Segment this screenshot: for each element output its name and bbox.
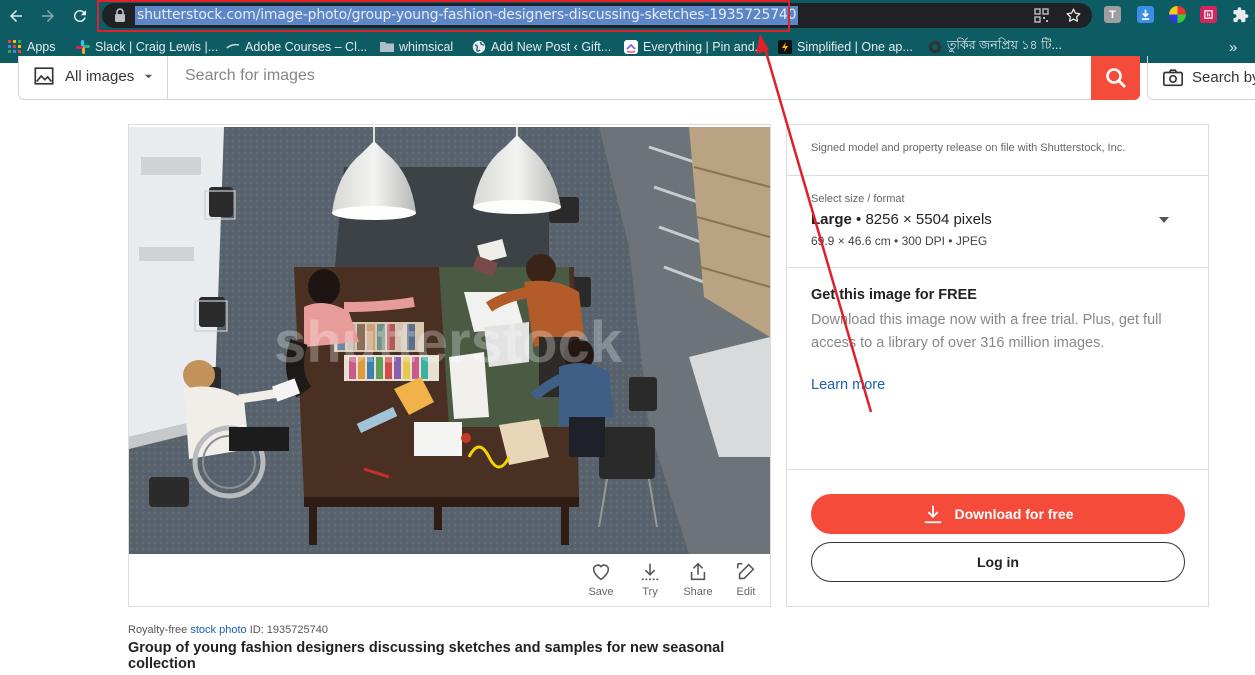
- panel-divider: [787, 267, 1208, 268]
- bookmark-star-icon[interactable]: [1065, 7, 1082, 24]
- log-in-label: Log in: [977, 554, 1019, 570]
- bookmark-adobe-courses[interactable]: Adobe Courses – Cl...: [226, 38, 367, 56]
- heart-icon: [592, 564, 610, 581]
- release-note: Signed model and property release on fil…: [811, 142, 1126, 154]
- size-name: Large: [811, 211, 852, 228]
- bookmark-bengali-site[interactable]: তুর্কির জনপ্রিয় ১৪ টি...: [928, 38, 1062, 56]
- arrow-down-icon: [1141, 9, 1150, 20]
- download-button-label: Download for free: [954, 506, 1074, 522]
- free-offer-text: Download this image now with a free tria…: [811, 312, 1162, 351]
- extension-label: T: [1109, 8, 1116, 21]
- bookmark-label: Simplified | One ap...: [797, 40, 913, 54]
- forward-button[interactable]: [36, 4, 60, 28]
- image-title: Group of young fashion designers discuss…: [128, 640, 725, 672]
- search-bar: All images: [18, 56, 1140, 100]
- log-in-button[interactable]: Log in: [811, 542, 1185, 582]
- bookmark-simplified[interactable]: Simplified | One ap...: [778, 38, 913, 56]
- stock-photo-link[interactable]: stock photo: [190, 624, 246, 636]
- more-bookmarks-button[interactable]: »: [1229, 38, 1237, 56]
- edit-label: Edit: [736, 586, 756, 598]
- search-by-image-button[interactable]: Search by: [1147, 56, 1255, 100]
- save-button[interactable]: Save: [581, 561, 621, 598]
- search-icon: [1105, 68, 1126, 88]
- bookmark-apps[interactable]: Apps: [8, 38, 56, 56]
- globe-icon: [472, 40, 486, 54]
- qr-code-icon[interactable]: [1034, 8, 1049, 23]
- download-icon: [641, 563, 659, 581]
- bookmarks-bar: Apps Slack | Craig Lewis |... Adobe Cour…: [0, 36, 1255, 58]
- bookmark-label: Add New Post ‹ Gift...: [491, 40, 612, 54]
- stock-photo[interactable]: shutterstock: [129, 127, 770, 554]
- panel-divider: [787, 469, 1208, 470]
- try-label: Try: [642, 586, 658, 598]
- edit-button[interactable]: Edit: [726, 561, 766, 598]
- search-button[interactable]: [1091, 56, 1140, 100]
- image-icon: [34, 67, 54, 85]
- folder-icon: [380, 42, 394, 52]
- image-id: ID: 1935725740: [249, 624, 328, 636]
- gear-site-icon: [928, 40, 942, 54]
- save-label: Save: [588, 586, 614, 598]
- download-icon: [925, 505, 942, 524]
- simplified-icon: [778, 40, 792, 54]
- panel-divider: [787, 175, 1208, 176]
- caret-down-icon: [145, 74, 153, 78]
- stock-photo-illustration: shutterstock: [129, 127, 770, 554]
- reload-icon: [73, 10, 86, 23]
- color-wheel-extension-icon[interactable]: [1169, 6, 1186, 23]
- translate-extension-icon[interactable]: T: [1104, 6, 1121, 23]
- download-for-free-button[interactable]: Download for free: [811, 494, 1185, 534]
- image-type-label: All images: [65, 67, 135, 85]
- learn-more-link[interactable]: Learn more: [811, 377, 885, 393]
- share-button[interactable]: Share: [678, 561, 718, 598]
- size-selector[interactable]: Large • 8256 × 5504 pixels: [811, 211, 992, 228]
- bookmark-label: Everything | Pin and...: [643, 40, 766, 54]
- share-icon: [690, 562, 706, 581]
- watermark-text: shutterstock: [274, 310, 623, 375]
- size-dropdown-caret-icon[interactable]: [1159, 217, 1169, 223]
- app-extension-icon[interactable]: [1200, 6, 1217, 23]
- slack-icon: [76, 40, 90, 54]
- license-panel: Signed model and property release on fil…: [786, 124, 1209, 607]
- bookmark-whimsical[interactable]: whimsical: [380, 38, 453, 56]
- reload-button[interactable]: [68, 4, 92, 28]
- bookmark-slack[interactable]: Slack | Craig Lewis |...: [76, 38, 218, 56]
- back-button[interactable]: [4, 4, 28, 28]
- grid-icon: [1204, 10, 1213, 19]
- bookmark-label: Apps: [27, 40, 56, 54]
- puzzle-icon: [1233, 6, 1249, 22]
- arrow-right-icon: [42, 10, 54, 22]
- search-divider: [167, 56, 168, 100]
- share-label: Share: [683, 586, 713, 598]
- bookmark-label: whimsical: [399, 40, 454, 54]
- bookmark-add-new-post[interactable]: Add New Post ‹ Gift...: [472, 38, 611, 56]
- apps-grid-icon: [8, 40, 21, 53]
- size-details: 69.9 × 46.6 cm • 300 DPI • JPEG: [811, 234, 988, 248]
- free-offer-heading: Get this image for FREE: [811, 287, 977, 303]
- more-bookmarks-label: »: [1229, 38, 1238, 56]
- download-extension-icon[interactable]: [1137, 6, 1154, 23]
- bookmark-label: Adobe Courses – Cl...: [245, 40, 368, 54]
- bookmark-label: তুর্কির জনপ্রিয় ১৪ টি...: [947, 38, 1062, 52]
- camera-search-icon: [1163, 68, 1183, 86]
- image-type-dropdown[interactable]: All images: [33, 62, 153, 90]
- license-line: Royalty-free stock photo ID: 1935725740: [128, 624, 328, 636]
- adobe-courses-icon: [226, 43, 240, 49]
- size-format-label: Select size / format: [811, 193, 905, 205]
- try-button[interactable]: Try: [630, 561, 670, 598]
- search-input[interactable]: [183, 62, 1063, 90]
- clickup-icon: [624, 40, 638, 54]
- arrow-left-icon: [10, 10, 22, 22]
- license-prefix: Royalty-free: [128, 624, 188, 636]
- size-pixels: • 8256 × 5504 pixels: [856, 211, 992, 228]
- annotation-highlight-box: [97, 0, 790, 32]
- bookmark-everything[interactable]: Everything | Pin and...: [624, 38, 765, 56]
- browser-chrome: shutterstock.com/image-photo/group-young…: [0, 0, 1255, 63]
- photo-preview-card: shutterstock Save Try Share Edit: [128, 124, 771, 607]
- bookmark-label: Slack | Craig Lewis |...: [95, 40, 219, 54]
- edit-icon: [736, 562, 755, 580]
- puzzle-extension-icon[interactable]: [1232, 6, 1249, 23]
- search-by-label: Search by: [1192, 69, 1255, 86]
